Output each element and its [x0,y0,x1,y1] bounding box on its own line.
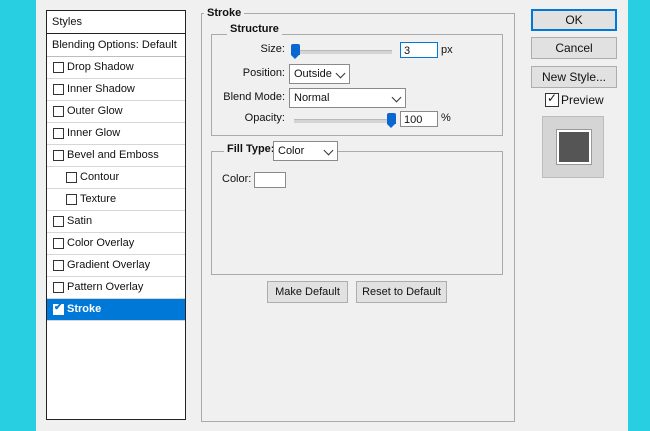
position-select[interactable]: Outside [289,64,350,84]
preview-thumbnail [542,116,604,178]
structure-title: Structure [227,23,282,35]
size-slider-thumb[interactable] [291,44,300,59]
fill-group [211,151,503,275]
style-item-gradient-overlay[interactable]: Gradient Overlay [47,255,185,277]
style-item-label: Texture [80,193,117,205]
style-item-inner-shadow[interactable]: Inner Shadow [47,79,185,101]
style-item-label: Stroke [67,303,102,315]
reset-to-default-button[interactable]: Reset to Default [356,281,447,303]
style-item-label: Pattern Overlay [67,281,144,293]
size-slider[interactable] [291,50,392,54]
color-label: Color: [222,173,252,185]
preview-checkbox[interactable]: ✓ [545,91,559,107]
outer-glow-checkbox[interactable] [53,106,64,117]
bevel-and-emboss-checkbox[interactable] [53,150,64,161]
style-item-label: Color Overlay [67,237,135,249]
style-item-label: Bevel and Emboss [67,149,159,161]
style-item-bevel-and-emboss[interactable]: Bevel and Emboss [47,145,185,167]
style-item-label: Contour [80,171,120,183]
style-item-label: Inner Shadow [67,83,135,95]
opacity-unit: % [441,112,451,124]
style-item-label: Drop Shadow [67,61,134,73]
pattern-overlay-checkbox[interactable] [53,282,64,293]
style-item-inner-glow[interactable]: Inner Glow [47,123,185,145]
style-item-stroke[interactable]: ✔ Stroke [47,299,185,321]
cancel-button[interactable]: Cancel [531,37,617,59]
style-item-label: Gradient Overlay [67,259,151,271]
size-input[interactable]: 3 [400,42,438,58]
stroke-checkbox[interactable]: ✔ [53,302,64,315]
fill-type-select[interactable]: Color [273,141,338,161]
style-item-contour[interactable]: Contour [47,167,185,189]
inner-glow-checkbox[interactable] [53,128,64,139]
preview-label: Preview [561,93,604,107]
styles-list: Styles Blending Options: Default Drop Sh… [46,10,186,420]
style-item-label: Inner Glow [67,127,121,139]
fill-type-label: Fill Type: [224,143,278,155]
opacity-slider[interactable] [294,119,395,123]
fill-type-value: Color [278,145,305,157]
style-item-label: Satin [67,215,93,227]
chevron-down-icon [323,145,334,156]
ok-button[interactable]: OK [531,9,617,31]
new-style-button[interactable]: New Style... [531,66,617,88]
styles-header[interactable]: Styles [47,11,185,34]
blend-mode-select[interactable]: Normal [289,88,406,108]
preview-swatch [556,129,592,165]
size-label: Size: [260,43,285,55]
drop-shadow-checkbox[interactable] [53,62,64,73]
stroke-title: Stroke [204,7,245,19]
style-item-outer-glow[interactable]: Outer Glow [47,101,185,123]
style-item-texture[interactable]: Texture [47,189,185,211]
layer-style-dialog: Styles Blending Options: Default Drop Sh… [36,0,628,431]
position-label: Position: [242,67,285,79]
checkmark-icon: ✔ [54,302,63,313]
style-item-drop-shadow[interactable]: Drop Shadow [47,57,185,79]
make-default-button[interactable]: Make Default [267,281,348,303]
opacity-label: Opacity: [244,112,285,124]
satin-checkbox[interactable] [53,216,64,227]
style-item-satin[interactable]: Satin [47,211,185,233]
opacity-slider-thumb[interactable] [387,113,396,128]
style-item-color-overlay[interactable]: Color Overlay [47,233,185,255]
size-unit: px [441,44,453,56]
chevron-down-icon [335,68,346,79]
blend-mode-value: Normal [294,92,330,104]
opacity-input[interactable]: 100 [400,111,438,127]
style-item-pattern-overlay[interactable]: Pattern Overlay [47,277,185,299]
style-item-label: Outer Glow [67,105,123,117]
blend-mode-label: Blend Mode: [223,91,285,103]
inner-shadow-checkbox[interactable] [53,84,64,95]
checkmark-icon: ✓ [547,91,558,105]
color-overlay-checkbox[interactable] [53,238,64,249]
contour-checkbox[interactable] [66,172,77,183]
stroke-color-swatch[interactable] [254,172,286,188]
position-value: Outside [294,68,332,80]
gradient-overlay-checkbox[interactable] [53,260,64,271]
chevron-down-icon [391,92,402,103]
texture-checkbox[interactable] [66,194,77,205]
blending-options-item[interactable]: Blending Options: Default [47,34,185,57]
